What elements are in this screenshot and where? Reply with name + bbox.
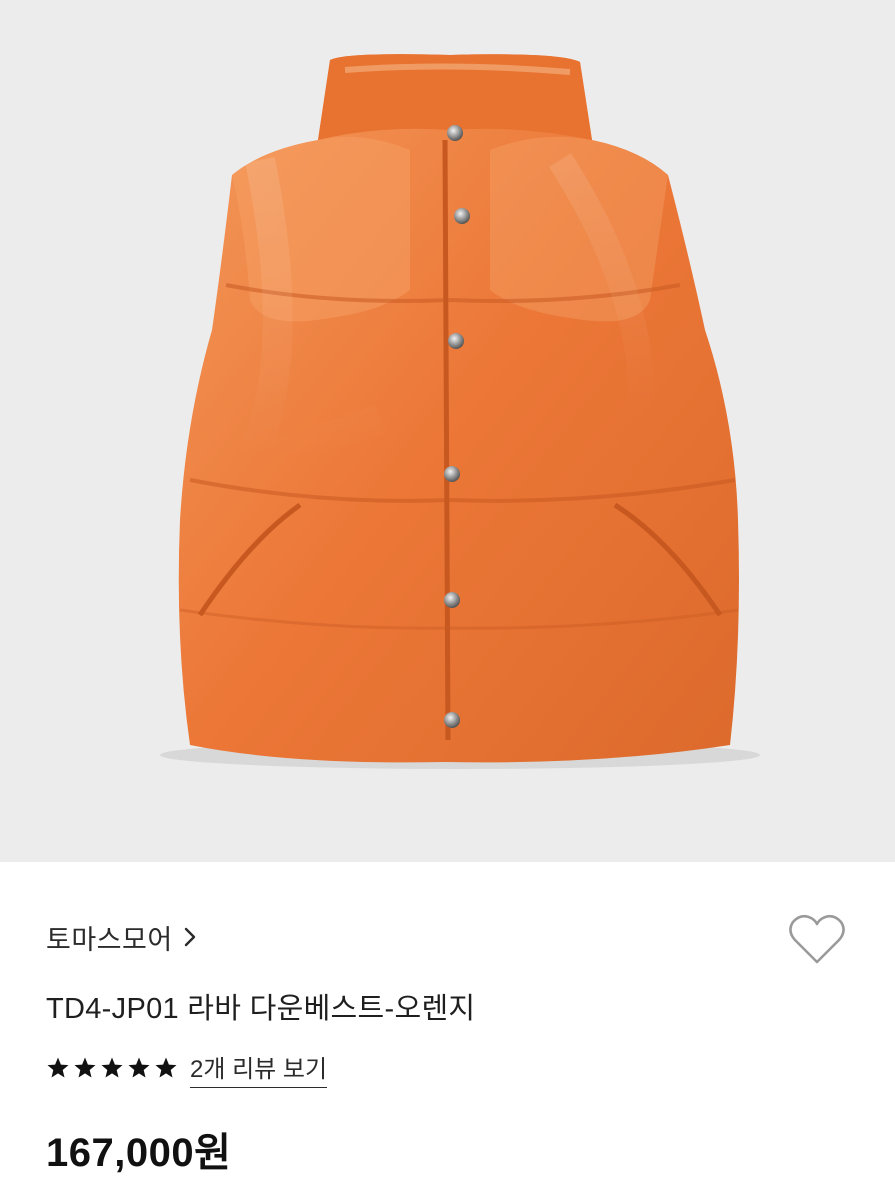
heart-outline-icon[interactable] [788,912,846,966]
star-icon [155,1057,177,1078]
star-icon [47,1057,69,1078]
star-icon [128,1057,150,1078]
product-info-panel: 토마스모어 TD4-JP01 라바 다운베스트-오렌지 2개 리뷰 보기 167… [0,862,895,1200]
chevron-right-icon [184,927,195,947]
star-icon [74,1057,96,1078]
brand-link[interactable]: 토마스모어 [46,919,197,955]
star-icon [101,1057,123,1078]
brand-name: 토마스모어 [46,924,173,955]
product-image[interactable] [0,0,895,862]
star-rating [46,1056,178,1080]
review-link[interactable]: 2개 리뷰 보기 [190,1049,328,1088]
orange-vest-illustration [160,54,760,769]
product-price: 167,000원 [46,1131,232,1175]
product-title: TD4-JP01 라바 다운베스트-오렌지 [46,993,476,1025]
rating-row: 2개 리뷰 보기 [46,1049,328,1088]
